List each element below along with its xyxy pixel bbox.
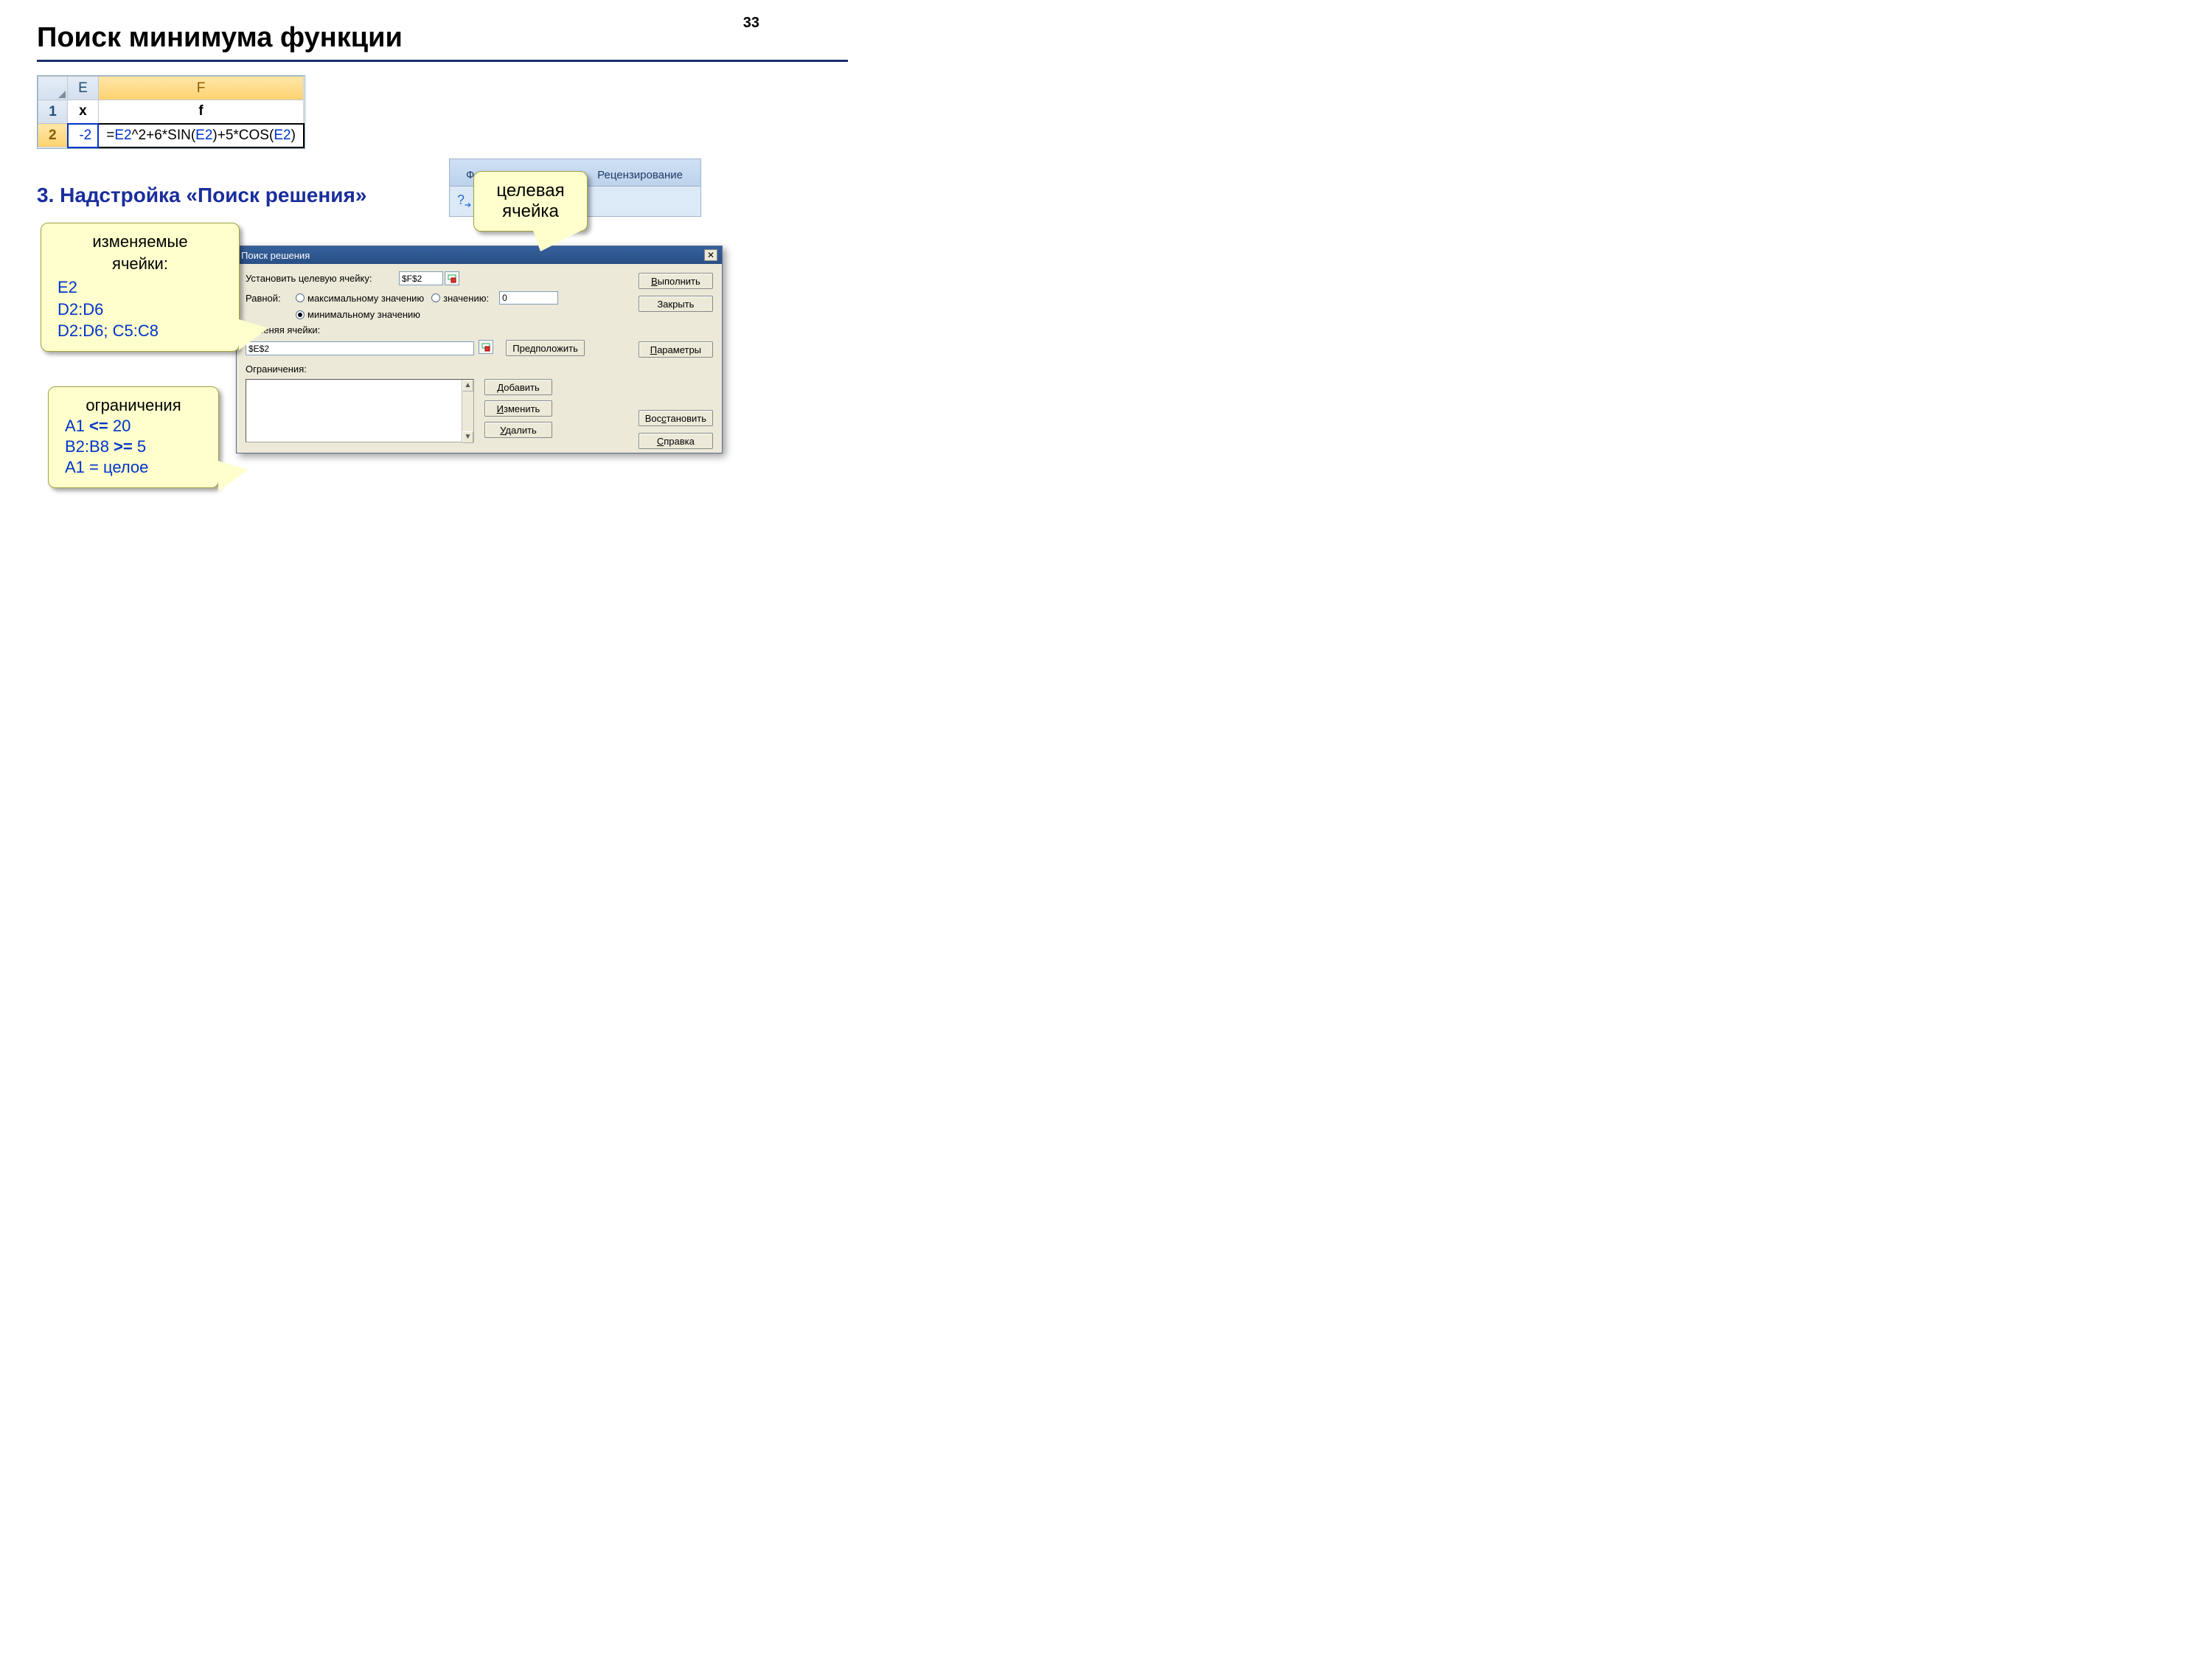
set-target-label: Установить целевую ячейку: [246,273,393,284]
ribbon-tab-review[interactable]: Рецензирование [587,164,693,186]
run-button[interactable]: Выполнить [639,273,713,289]
callout-line: ячейка [487,201,574,222]
constraint-line: A1 <= 20 [65,417,205,436]
close-dialog-button[interactable]: Закрыть [639,296,713,312]
restore-button[interactable]: Восстановить [639,410,713,426]
dialog-titlebar[interactable]: Поиск решения ✕ [237,246,722,264]
dialog-right-buttons: Выполнить Закрыть Параметры Восстановить… [639,273,713,449]
cell-e2[interactable]: -2 [68,124,99,147]
range-picker-button[interactable] [445,271,459,285]
callout-item: E2 [58,276,226,299]
question-arrow-icon: ?➔ [457,192,471,210]
radio-icon [431,293,440,302]
select-all-corner[interactable] [38,77,68,100]
page-number: 33 [743,15,759,32]
radio-icon [296,310,305,319]
scrollbar[interactable]: ▲ ▼ [462,380,473,443]
callout-constraints: ограничения A1 <= 20 B2:B8 >= 5 A1 = цел… [48,386,219,488]
cell-f2[interactable]: =E2^2+6*SIN(E2)+5*COS(E2) [98,124,304,147]
callout-line: целевая [487,181,574,201]
callout-heading: ограничения [62,396,205,415]
scroll-down-arrow[interactable]: ▼ [462,431,473,443]
callout-changing-cells: изменяемые ячейки: E2 D2:D6 D2:D6; C5:C8 [41,223,240,352]
help-button[interactable]: Справка [639,433,713,449]
dialog-title: Поиск решения [241,250,310,261]
callout-target-cell: целевая ячейка [473,171,588,232]
page-title: Поиск минимума функции [37,22,848,54]
radio-icon [296,293,305,302]
cell-f1[interactable]: f [98,100,304,124]
scroll-up-arrow[interactable]: ▲ [462,380,473,392]
formula-text: =E2^2+6*SIN(E2)+5*COS(E2) [106,128,296,143]
add-constraint-button[interactable]: Добавить [484,379,552,395]
col-header-e[interactable]: E [68,77,99,100]
radio-label: значению: [443,293,489,304]
value-input[interactable] [499,291,558,305]
solver-dialog: Поиск решения ✕ Установить целевую ячейк… [236,246,723,453]
range-picker-icon [481,343,490,352]
constraints-listbox[interactable]: ▲ ▼ [246,379,474,442]
constraint-line: A1 = целое [65,458,205,477]
change-constraint-button[interactable]: Изменить [484,400,552,417]
row-header-1[interactable]: 1 [38,100,68,124]
radio-max[interactable]: максимальному значению [296,293,424,304]
target-cell-input[interactable] [399,271,443,285]
delete-constraint-button[interactable]: Удалить [484,422,552,438]
excel-snippet: E F 1 x f 2 -2 =E2^2+6*SIN(E2)+5*COS(E2) [37,75,305,149]
guess-button[interactable]: Предположить [506,340,585,356]
range-picker-icon [448,274,456,283]
close-button[interactable]: ✕ [704,249,717,261]
radio-value[interactable]: значению: [431,293,489,304]
callout-item: D2:D6; C5:C8 [58,320,226,342]
radio-label: минимальному значению [307,309,420,320]
callout-heading: ячейки: [55,254,226,274]
changing-cells-input[interactable] [246,341,474,355]
title-underline [37,60,848,62]
callout-heading: изменяемые [55,232,226,251]
constraint-line: B2:B8 >= 5 [65,437,205,456]
row-header-2[interactable]: 2 [38,124,68,147]
params-button[interactable]: Параметры [639,341,713,358]
cell-e1[interactable]: x [68,100,99,124]
col-header-f[interactable]: F [98,77,304,100]
equal-label: Равной: [246,293,288,304]
radio-label: максимальному значению [307,293,424,304]
range-picker-button[interactable] [479,340,493,354]
section-heading: 3. Надстройка «Поиск решения» [37,184,848,207]
radio-min[interactable]: минимальному значению [296,309,420,320]
callout-item: D2:D6 [58,299,226,321]
